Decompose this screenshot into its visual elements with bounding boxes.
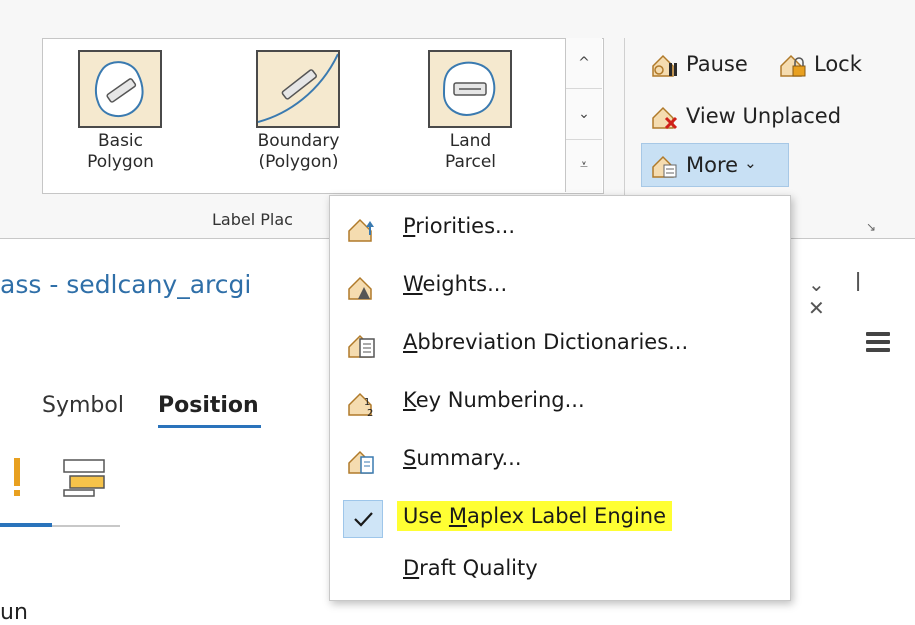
placement-option-icon[interactable] [10,458,24,498]
tab-position[interactable]: Position [158,393,259,418]
menu-item-use-maplex-label-engine[interactable]: Use Maplex Label Engine [330,490,790,548]
lock-button[interactable]: Lock [778,48,862,80]
more-labels-icon [652,155,677,178]
subtab-indicator [0,523,52,527]
priorities-icon [348,218,374,242]
gallery-expand-button[interactable]: ⩡ [566,140,602,190]
menu-item-label: Priorities... [403,214,516,238]
view-unplaced-button[interactable]: View Unplaced [650,100,841,132]
key-numbering-icon: 1 2 [348,392,373,419]
menu-item-label: Key Numbering... [403,388,585,412]
menu-item-label: Weights... [403,272,508,296]
menu-item-label: Use Maplex Label Engine [397,501,673,531]
pause-button[interactable]: Pause [650,48,748,80]
weights-icon [348,276,372,300]
gallery-item-boundary-polygon[interactable]: Boundary (Polygon) [221,47,381,187]
view-unplaced-icon [652,106,678,130]
abbreviation-dictionaries-icon [348,334,375,358]
gallery-scroller: ^ ⌄ ⩡ [565,38,602,192]
tab-symbol[interactable]: Symbol [42,393,124,418]
boundary-polygon-icon [256,50,340,128]
gallery-item-label: Land Parcel [444,131,497,172]
menu-item-weights[interactable]: Weights... [330,258,790,316]
gallery-item-land-parcel[interactable]: Land Parcel [393,47,553,187]
pane-title: ass - sedlcany_arcgi [0,270,252,299]
placement-stacked-icon[interactable] [62,458,108,498]
menu-item-label: Abbreviation Dictionaries... [403,330,689,354]
pause-label: Pause [686,52,748,76]
group-separator [624,38,625,218]
lock-label: Lock [814,52,862,76]
gallery-scroll-down-button[interactable]: ⌄ [566,89,602,140]
more-label: More [686,153,739,177]
label-placement-gallery: Basic Polygon Boundary (Polygon) Land Parce… [42,38,604,194]
highlighted-text: Use Maplex Label Engine [397,501,673,531]
more-button[interactable]: More ⌄ [641,143,789,187]
lock-labels-icon [780,54,806,77]
svg-text:1: 1 [364,397,370,408]
gallery-item-label: Boundary (Polygon) [257,131,340,172]
more-dropdown-menu: Priorities... Weights... Abbreviation Di… [329,195,791,601]
gallery-item-basic-polygon[interactable]: Basic Polygon [43,47,203,187]
menu-item-label: Draft Quality [403,556,538,580]
dialog-launcher-icon[interactable]: ↘ [866,220,876,234]
svg-text:2: 2 [367,408,373,419]
menu-item-draft-quality[interactable]: Draft Quality [330,542,790,600]
ribbon-group-label: Label Plac [212,210,293,229]
gallery-item-label: Basic Polygon [87,131,154,172]
summary-icon [348,450,374,474]
menu-icon[interactable] [866,332,890,352]
basic-polygon-icon [78,50,162,128]
pane-controls[interactable]: ⌄ ꟾ ✕ [808,272,915,320]
partial-text: un [0,600,28,625]
gallery-scroll-up-button[interactable]: ^ [566,38,602,89]
land-parcel-icon [428,50,512,128]
menu-item-label: Summary... [403,446,522,470]
menu-item-priorities[interactable]: Priorities... [330,200,790,258]
menu-item-summary[interactable]: Summary... [330,432,790,490]
pause-labels-icon [652,54,677,77]
active-tab-indicator [158,425,261,428]
menu-item-abbreviation-dictionaries[interactable]: Abbreviation Dictionaries... [330,316,790,374]
menu-item-key-numbering[interactable]: 1 2 Key Numbering... [330,374,790,432]
chevron-down-icon: ⌄ [744,154,757,172]
check-icon [343,500,383,538]
view-unplaced-label: View Unplaced [686,104,842,128]
